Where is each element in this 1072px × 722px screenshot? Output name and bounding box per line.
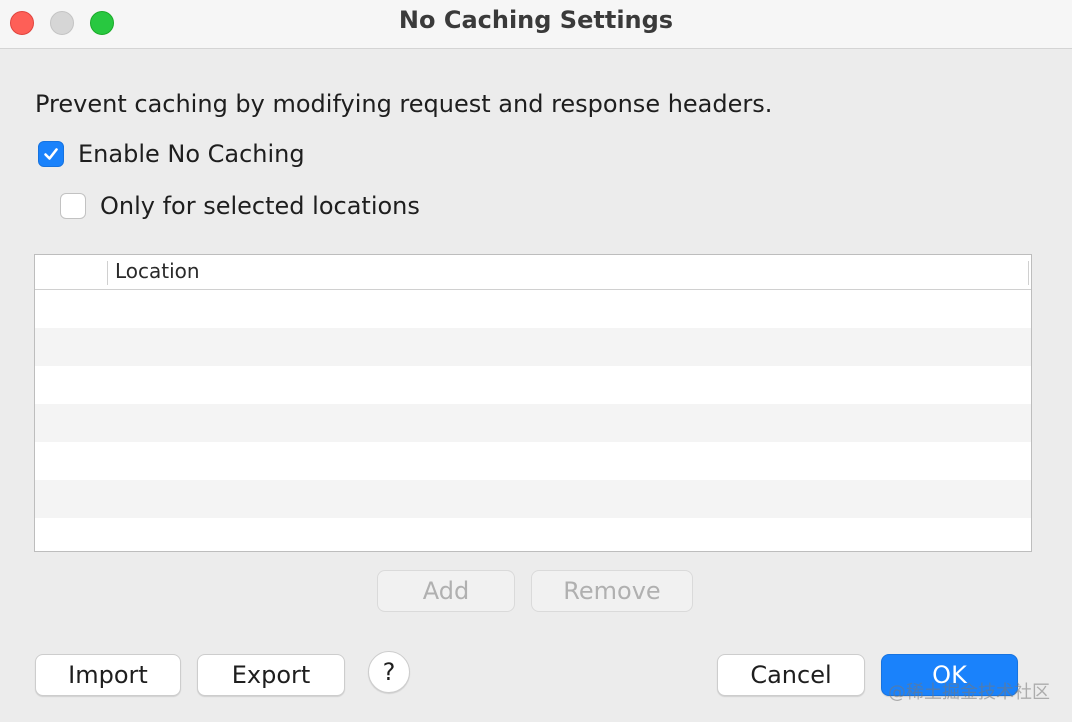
enable-no-caching-row[interactable]: Enable No Caching <box>38 140 305 168</box>
dialog-window: No Caching Settings Prevent caching by m… <box>0 0 1072 722</box>
locations-table[interactable]: Location <box>34 254 1032 552</box>
import-button[interactable]: Import <box>35 654 181 696</box>
window-title: No Caching Settings <box>398 6 674 34</box>
table-row[interactable] <box>35 480 1031 518</box>
table-row[interactable] <box>35 518 1031 551</box>
checkmark-icon <box>44 148 58 160</box>
remove-button[interactable]: Remove <box>531 570 693 612</box>
export-button[interactable]: Export <box>197 654 345 696</box>
table-row[interactable] <box>35 442 1031 480</box>
cancel-button[interactable]: Cancel <box>717 654 865 696</box>
title-bar: No Caching Settings <box>0 0 1072 49</box>
table-row[interactable] <box>35 366 1031 404</box>
only-selected-locations-checkbox[interactable] <box>60 193 86 219</box>
column-separator-end <box>1028 261 1029 285</box>
table-row[interactable] <box>35 404 1031 442</box>
table-row[interactable] <box>35 290 1031 328</box>
table-row[interactable] <box>35 328 1031 366</box>
only-selected-locations-label: Only for selected locations <box>100 192 420 220</box>
enable-no-caching-label: Enable No Caching <box>78 140 305 168</box>
help-button[interactable]: ? <box>368 651 410 693</box>
enable-no-caching-checkbox[interactable] <box>38 141 64 167</box>
table-header: Location <box>35 255 1031 290</box>
only-selected-locations-row[interactable]: Only for selected locations <box>60 192 420 220</box>
add-button[interactable]: Add <box>377 570 515 612</box>
column-header-location[interactable]: Location <box>115 259 200 283</box>
description-text: Prevent caching by modifying request and… <box>35 90 773 118</box>
column-separator[interactable] <box>107 261 108 285</box>
watermark-text: @稀土掘金技术社区 <box>888 682 1050 703</box>
